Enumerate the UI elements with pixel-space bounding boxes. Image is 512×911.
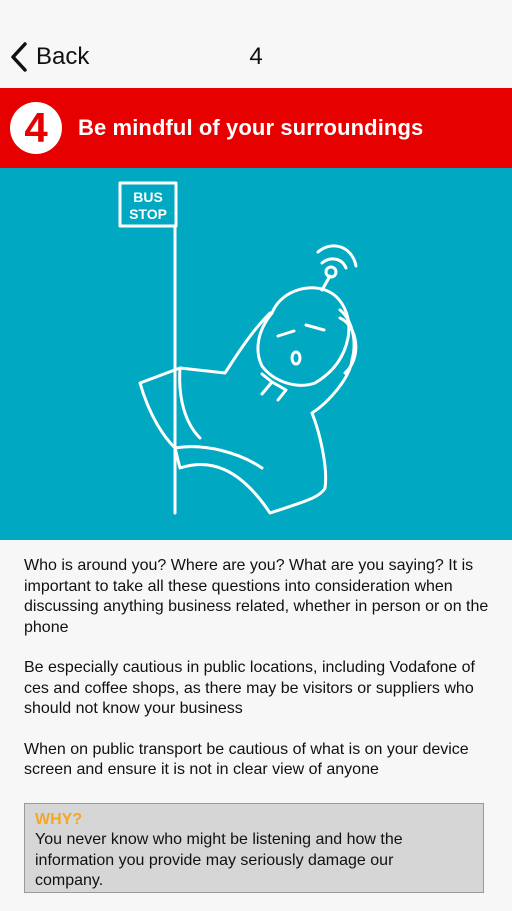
step-number-badge: 4 [10, 102, 62, 154]
sign-text-bus: BUS [133, 189, 163, 205]
paragraph-2: Be especially cautious in public locatio… [24, 659, 475, 717]
illustration-panel: BUS STOP [0, 168, 512, 540]
why-title: WHY? [35, 811, 83, 828]
bus-stop-character-illustration: BUS STOP [118, 181, 358, 515]
paragraph-1: Who is around you? Where are you? What a… [24, 557, 489, 636]
page-number-title: 4 [249, 43, 263, 70]
why-callout: WHY? You never know who might be listeni… [24, 803, 484, 893]
paragraph-3: When on public transport be cautious of … [24, 740, 469, 779]
why-text: You never know who might be listening an… [35, 831, 403, 889]
section-title: Be mindful of your surroundings [78, 115, 424, 140]
content-body: Who is around you? Where are you? What a… [24, 556, 494, 801]
navigation-bar: Back 4 [0, 0, 512, 88]
sign-text-stop: STOP [129, 206, 167, 222]
section-header: 4 Be mindful of your surroundings [0, 88, 512, 168]
